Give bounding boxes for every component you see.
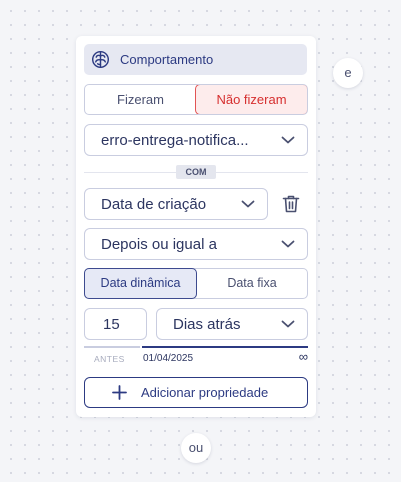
property-select-value: Data de criação [101,196,207,213]
chevron-down-icon [281,240,295,248]
and-connector[interactable]: e [333,58,363,88]
before-range-bar [84,346,140,348]
event-select-value: erro-entrega-notifica... [101,132,249,149]
did-not-option[interactable]: Não fizeram [195,85,307,114]
brain-icon [91,50,110,69]
operator-select[interactable]: Depois ou igual a [84,228,308,260]
unit-select-value: Dias atrás [173,316,241,333]
range-start-date: 01/04/2025 [143,353,194,364]
behavior-header: Comportamento [84,44,307,75]
behavior-title: Comportamento [120,52,214,67]
unit-select[interactable]: Dias atrás [156,308,308,340]
trash-icon[interactable] [280,193,302,215]
infinity-label: ∞ [298,349,308,364]
property-select[interactable]: Data de criação [84,188,268,220]
with-badge: COM [176,165,216,179]
date-type-toggle: Data dinâmica Data fixa [84,268,308,299]
chevron-down-icon [281,320,295,328]
did-toggle: Fizeram Não fizeram [84,84,308,115]
amount-value: 15 [103,316,120,333]
or-connector[interactable]: ou [181,433,211,463]
after-range-bar [142,346,308,348]
amount-input[interactable]: 15 [84,308,147,340]
chevron-down-icon [281,136,295,144]
before-label: ANTES [94,354,125,364]
dynamic-date-option[interactable]: Data dinâmica [84,268,197,299]
add-property-button[interactable]: Adicionar propriedade [84,377,308,408]
chevron-down-icon [241,200,255,208]
add-property-label: Adicionar propriedade [141,385,269,400]
fixed-date-option[interactable]: Data fixa [197,269,307,298]
operator-select-value: Depois ou igual a [101,236,217,253]
date-range-timeline: ANTES 01/04/2025 ∞ [84,346,308,368]
event-select[interactable]: erro-entrega-notifica... [84,124,308,156]
behavior-filter-card: Comportamento Fizeram Não fizeram erro-e… [76,36,316,417]
did-option[interactable]: Fizeram [85,85,196,114]
plus-icon [112,385,127,400]
